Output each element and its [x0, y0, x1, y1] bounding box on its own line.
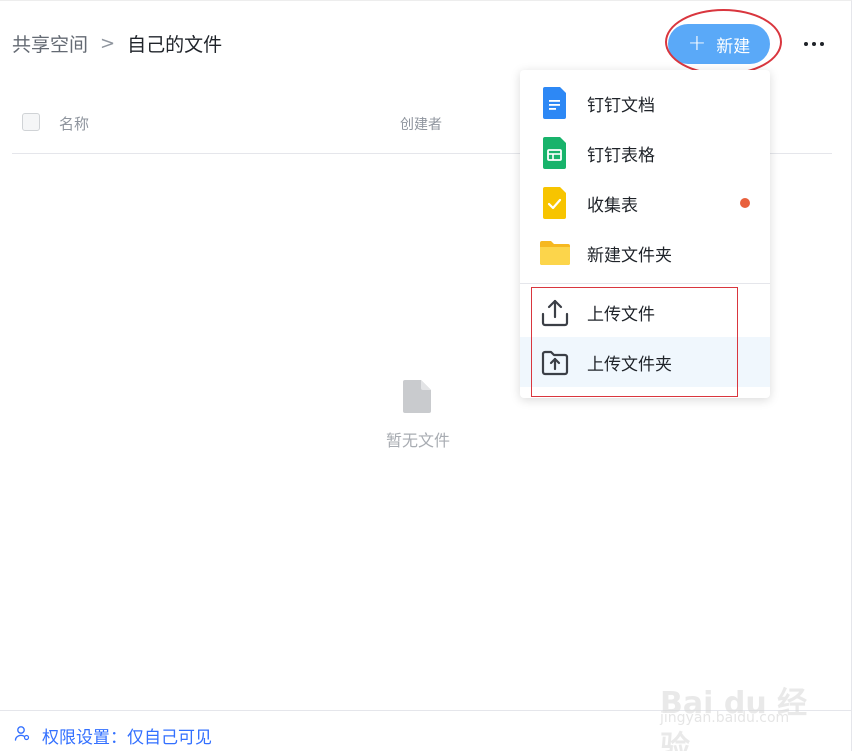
menu-item-new-folder[interactable]: 新建文件夹 [520, 228, 770, 278]
menu-item-upload-folder[interactable]: 上传文件夹 [520, 337, 770, 387]
menu-divider [520, 283, 770, 284]
empty-state-text: 暂无文件 [386, 431, 451, 450]
menu-item-label: 收集表 [587, 195, 638, 216]
folder-icon [540, 241, 570, 265]
doc-icon [543, 87, 566, 119]
menu-item-label: 钉钉表格 [587, 145, 655, 166]
watermark-subtext: jingyan.baidu.com [660, 710, 790, 726]
new-button-label: 新建 [716, 36, 751, 57]
column-header-name[interactable]: 名称 [59, 113, 89, 134]
file-icon [403, 380, 431, 413]
new-button[interactable]: + 新建 [668, 24, 770, 64]
menu-item-collect-form[interactable]: 收集表 [520, 178, 770, 228]
form-icon [543, 187, 566, 219]
menu-item-label: 新建文件夹 [587, 245, 672, 266]
breadcrumb-separator: > [100, 32, 116, 54]
new-dropdown-menu: 钉钉文档 钉钉表格 收集表 新建文件夹 上传文件 上传文件夹 [520, 70, 770, 398]
column-header-creator[interactable]: 创建者 [400, 114, 442, 134]
menu-item-dingtalk-doc[interactable]: 钉钉文档 [520, 78, 770, 128]
permission-settings-link[interactable]: 权限设置：仅自己可见 [42, 723, 212, 748]
new-badge-dot [740, 198, 750, 208]
breadcrumb-current: 自己的文件 [127, 33, 223, 56]
user-lock-icon [14, 726, 30, 741]
breadcrumb-root[interactable]: 共享空间 [12, 30, 88, 57]
menu-item-upload-file[interactable]: 上传文件 [520, 287, 770, 337]
sheet-icon [543, 137, 566, 169]
more-options-icon[interactable] [798, 32, 830, 56]
breadcrumb: 共享空间 > 自己的文件 [12, 30, 222, 56]
menu-item-label: 钉钉文档 [587, 95, 655, 116]
baidu-jingyan-watermark: Bai du 经验 jingyan.baidu.com [660, 660, 830, 751]
menu-item-dingtalk-sheet[interactable]: 钉钉表格 [520, 128, 770, 178]
menu-item-label: 上传文件 [587, 304, 655, 325]
upload-icon [541, 299, 569, 327]
select-all-checkbox[interactable] [22, 113, 40, 131]
menu-item-label: 上传文件夹 [587, 354, 672, 375]
plus-icon: + [687, 31, 707, 56]
upload-folder-icon [541, 350, 569, 376]
